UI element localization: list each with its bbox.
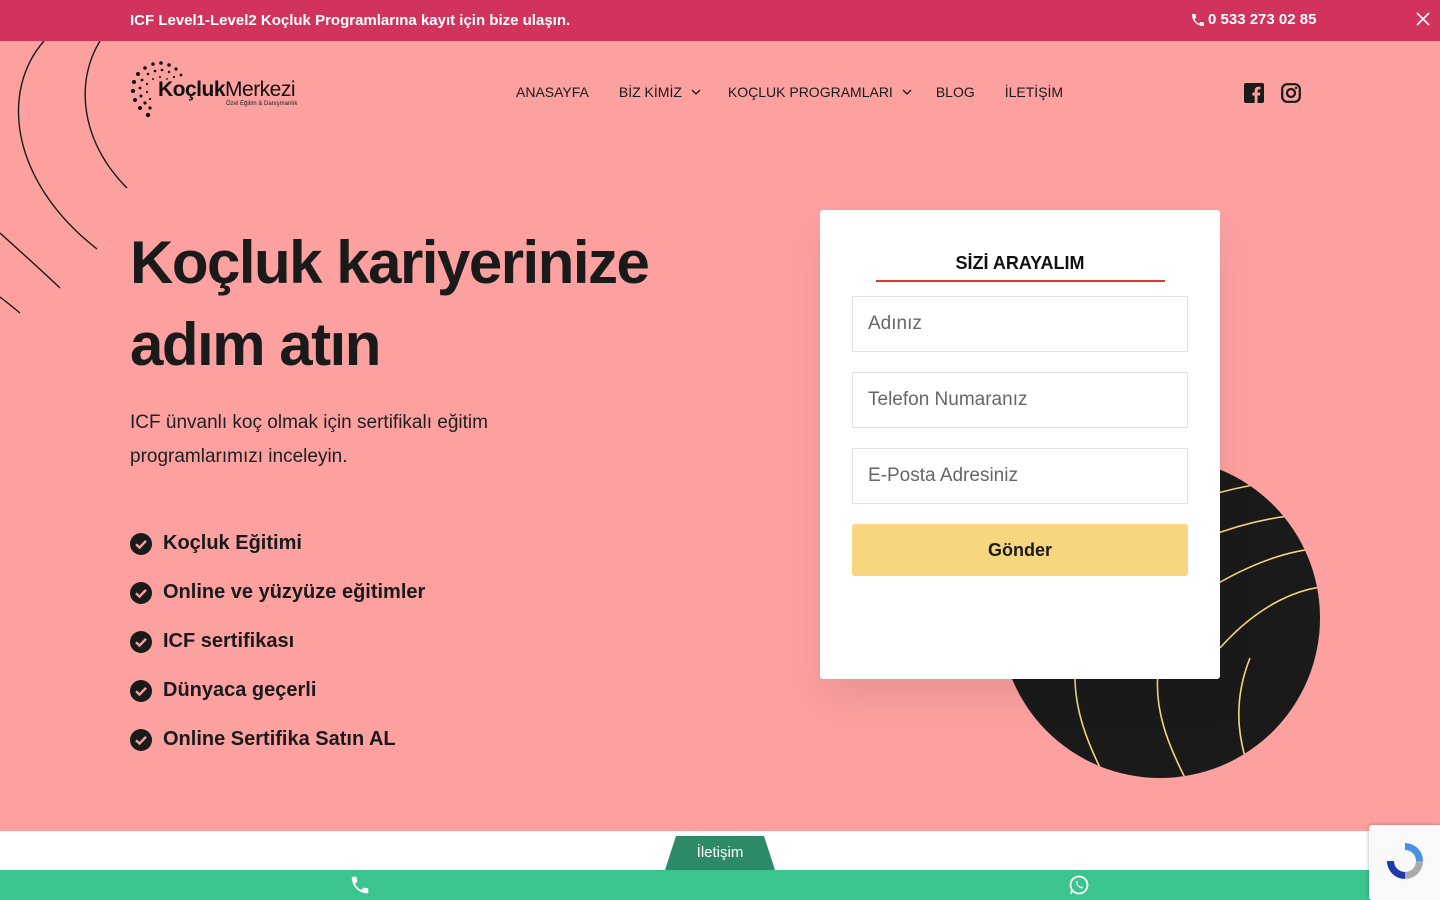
topbar-phone-link[interactable]: 0 533 273 02 85 bbox=[1190, 11, 1316, 28]
check-circle-icon bbox=[130, 532, 152, 555]
recaptcha-icon bbox=[1387, 843, 1423, 879]
nav-item-blog[interactable]: BLOG bbox=[936, 82, 975, 102]
decorative-arcs bbox=[0, 41, 128, 314]
logo-tagline: Özel Eğitim & Danışmanlık bbox=[226, 101, 298, 107]
feature-list: Koçluk Eğitimi Online ve yüzyüze eğitiml… bbox=[130, 519, 425, 764]
hero-title: Koçluk kariyerinize adım atın bbox=[130, 229, 650, 378]
announcement-text: ICF Level1-Level2 Koçluk Programlarına k… bbox=[130, 12, 571, 29]
announcement-bar: ICF Level1-Level2 Koçluk Programlarına k… bbox=[0, 0, 1440, 41]
list-item: Dünyaca geçerli bbox=[130, 666, 425, 715]
phone-icon bbox=[1192, 13, 1204, 26]
hero-subtitle: ICF ünvanlı koç olmak için sertifikalı e… bbox=[130, 412, 488, 467]
recaptcha-badge[interactable] bbox=[1369, 825, 1440, 900]
check-circle-icon bbox=[130, 581, 152, 604]
sticky-contact-bar bbox=[0, 870, 1440, 900]
chevron-down-icon bbox=[691, 89, 701, 95]
instagram-icon[interactable] bbox=[1281, 83, 1301, 103]
list-item: ICF sertifikası bbox=[130, 617, 425, 666]
topbar-phone-number: 0 533 273 02 85 bbox=[1208, 11, 1317, 28]
contact-tab[interactable]: İletişim bbox=[665, 836, 775, 870]
submit-button[interactable]: Gönder bbox=[852, 524, 1188, 576]
phone-icon[interactable] bbox=[348, 874, 372, 896]
site-logo[interactable]: KoçlukMerkezi Özel Eğitim & Danışmanlık bbox=[130, 60, 300, 120]
list-item: Koçluk Eğitimi bbox=[130, 519, 425, 568]
close-icon[interactable] bbox=[1414, 10, 1432, 28]
email-field[interactable] bbox=[852, 448, 1188, 504]
form-title: SİZİ ARAYALIM bbox=[955, 253, 1085, 273]
nav-item-anasayfa[interactable]: ANASAYFA bbox=[516, 82, 589, 102]
main-nav: ANASAYFA BİZ KİMİZ KOÇLUK PROGRAMLARI BL… bbox=[516, 82, 1093, 102]
nav-item-biz-kimiz[interactable]: BİZ KİMİZ bbox=[619, 82, 701, 102]
list-item: Online ve yüzyüze eğitimler bbox=[130, 568, 425, 617]
list-item[interactable]: Online Sertifika Satın AL bbox=[130, 715, 425, 764]
name-field[interactable] bbox=[852, 296, 1188, 352]
check-circle-icon bbox=[130, 679, 152, 702]
phone-field[interactable] bbox=[852, 372, 1188, 428]
logo-text: KoçlukMerkezi bbox=[158, 78, 296, 101]
check-circle-icon bbox=[130, 630, 152, 653]
nav-item-kocluk-programlari[interactable]: KOÇLUK PROGRAMLARI bbox=[728, 82, 912, 102]
form-title-underline bbox=[876, 280, 1165, 282]
nav-item-iletisim[interactable]: İLETİŞİM bbox=[1005, 82, 1063, 102]
callback-form: SİZİ ARAYALIM Gönder bbox=[820, 210, 1220, 679]
check-circle-icon bbox=[130, 728, 152, 751]
chevron-down-icon bbox=[902, 89, 912, 95]
whatsapp-icon[interactable] bbox=[1068, 874, 1090, 896]
facebook-icon[interactable] bbox=[1244, 83, 1264, 103]
